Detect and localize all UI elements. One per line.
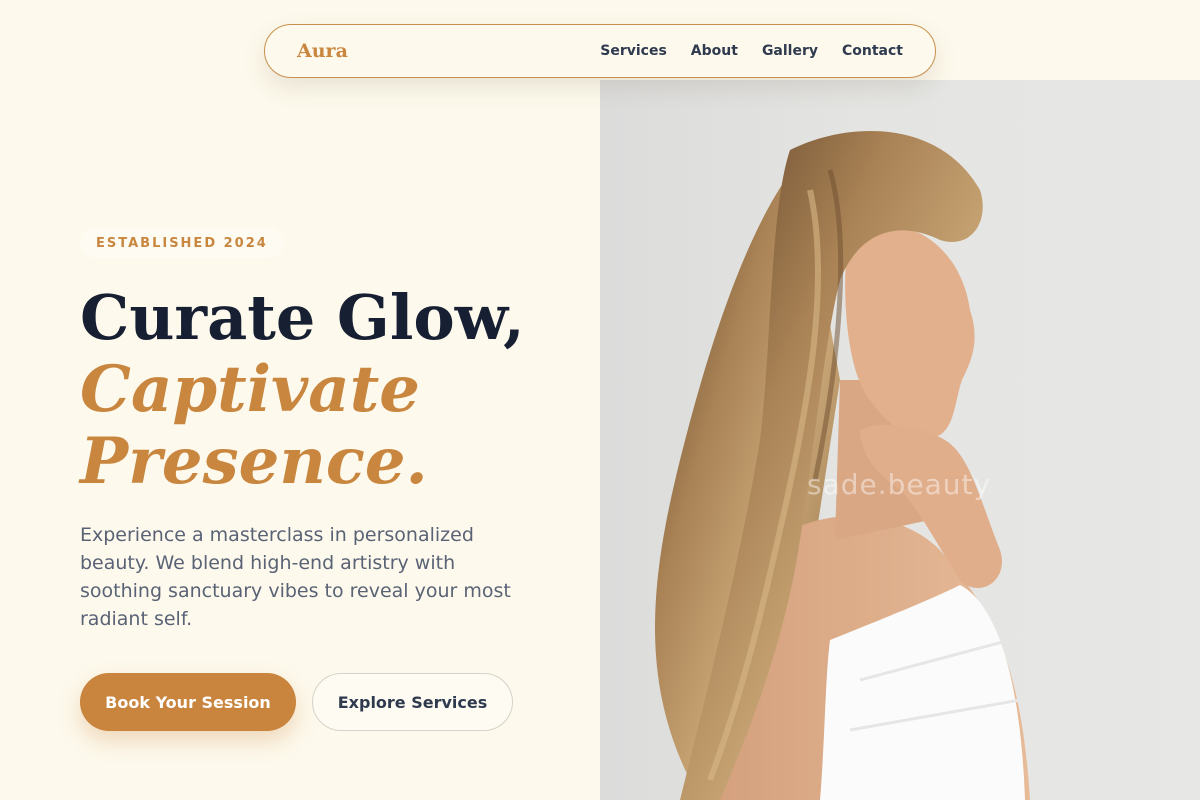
- established-badge: ESTABLISHED 2024: [80, 228, 284, 258]
- headline-line-2: Captivate: [80, 352, 420, 427]
- nav-link-about[interactable]: About: [691, 43, 738, 59]
- woman-portrait-illustration: [655, 130, 1030, 800]
- brand-logo[interactable]: Aura: [297, 40, 348, 62]
- nav-link-contact[interactable]: Contact: [842, 43, 903, 59]
- nav-links: Services About Gallery Contact: [600, 43, 903, 59]
- headline-line-3: Presence.: [80, 424, 428, 499]
- nav-link-services[interactable]: Services: [600, 43, 667, 59]
- image-watermark: sade.beauty: [807, 468, 992, 501]
- hero-photo: sade.beauty: [600, 80, 1200, 800]
- hero-headline: Curate Glow, Captivate Presence.: [80, 282, 600, 498]
- explore-services-button[interactable]: Explore Services: [312, 673, 513, 731]
- nav-link-gallery[interactable]: Gallery: [762, 43, 818, 59]
- hero-description: Experience a masterclass in personalized…: [80, 524, 511, 630]
- headline-line-1: Curate Glow,: [80, 281, 525, 354]
- book-session-button[interactable]: Book Your Session: [80, 673, 296, 731]
- top-navigation: Aura Services About Gallery Contact: [264, 24, 936, 78]
